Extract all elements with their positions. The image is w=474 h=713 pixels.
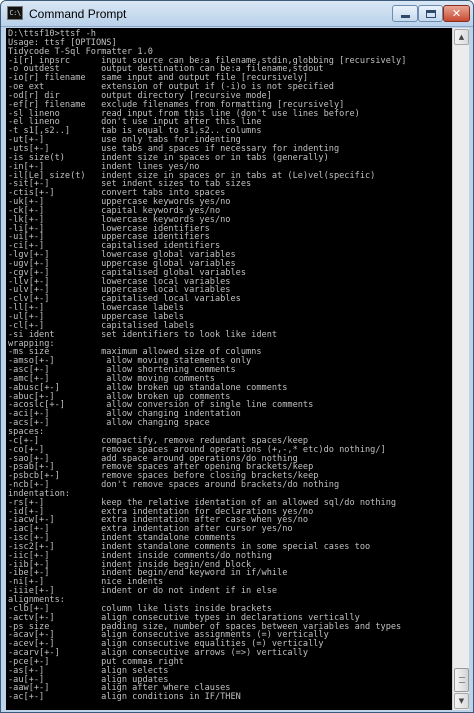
console-line: -si ident set identifiers to look like i… [8, 329, 278, 340]
command-prompt-window: C:\ Command Prompt ✕ D:\ttsf10>ttsf -h Us… [0, 0, 474, 713]
console-text: D:\ttsf10>ttsf -h Usage: ttsf [OPTIONS] Ti… [6, 28, 452, 702]
minimize-button[interactable] [392, 5, 418, 22]
maximize-icon [425, 9, 436, 18]
scroll-up-button[interactable]: ▲ [454, 29, 469, 45]
scrollbar-thumb[interactable] [454, 668, 469, 692]
arrow-down-icon: ▼ [458, 697, 465, 705]
window-title: Command Prompt [29, 7, 127, 21]
grip-icon [459, 677, 465, 683]
minimize-icon [400, 15, 410, 18]
close-button[interactable]: ✕ [443, 5, 470, 22]
console-line: -ncb[+-] don't remove spaces around brac… [8, 480, 340, 491]
console-line: -ac[+-] align conditions in IF/THEN [8, 692, 241, 703]
console-app-icon[interactable]: C:\ [7, 6, 23, 20]
console-output[interactable]: D:\ttsf10>ttsf -h Usage: ttsf [OPTIONS] Ti… [6, 28, 452, 710]
console-line: -iiie[+-] indent or do not indent if in … [8, 586, 278, 597]
scroll-down-button[interactable]: ▼ [454, 693, 469, 709]
console-line: -acs[+-] allow changing space [8, 418, 210, 429]
title-bar[interactable]: C:\ Command Prompt ✕ [1, 1, 473, 27]
arrow-up-icon: ▲ [458, 33, 465, 41]
close-icon: ✕ [451, 7, 462, 20]
vertical-scrollbar[interactable]: ▲ ▼ [452, 28, 469, 710]
maximize-button[interactable] [418, 5, 443, 22]
